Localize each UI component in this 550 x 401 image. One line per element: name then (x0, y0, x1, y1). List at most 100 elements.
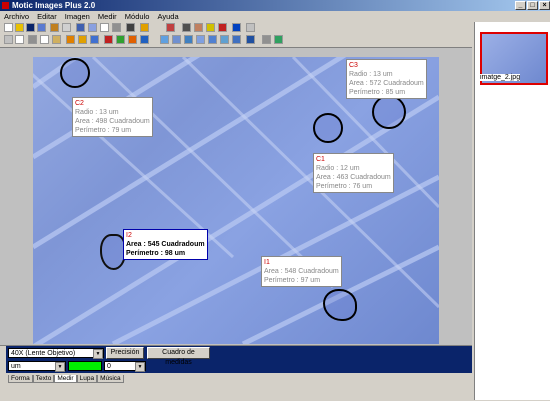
tile-icon[interactable] (160, 35, 169, 44)
line-width-value: 0 (107, 363, 111, 370)
unit-select[interactable]: um ▼ (8, 361, 66, 372)
maximize-button[interactable]: □ (527, 1, 538, 10)
calibrate-icon[interactable] (220, 35, 229, 44)
import-icon[interactable] (50, 23, 59, 32)
video-icon[interactable] (88, 23, 97, 32)
help-icon[interactable] (246, 23, 255, 32)
menu-archivo[interactable]: Archivo (4, 12, 29, 21)
cascade-icon[interactable] (172, 35, 181, 44)
report-icon[interactable] (232, 35, 241, 44)
enhance-icon[interactable] (128, 35, 137, 44)
pointer-icon[interactable] (262, 35, 271, 44)
label-i2-tag: I2 (126, 232, 132, 239)
color-icon[interactable] (166, 23, 175, 32)
redo-edit-icon[interactable] (15, 35, 24, 44)
cut-icon[interactable] (28, 35, 37, 44)
save-icon[interactable] (26, 23, 35, 32)
menu-ayuda[interactable]: Ayuda (157, 12, 178, 21)
label-c1[interactable]: C1 Radio : 12 um Area : 463 Cuadradoum P… (313, 153, 394, 193)
tab-texto[interactable]: Texto (32, 375, 55, 383)
hand-icon[interactable] (194, 23, 203, 32)
pen-icon[interactable] (274, 35, 283, 44)
brightness-icon[interactable] (206, 23, 215, 32)
lens-select[interactable]: 40X (Lente Objetivo) ▼ (8, 348, 104, 359)
label-i2-perimetro: Perímetro : 98 um (126, 250, 186, 257)
thumbnail-panel: imatge_2.jpg (474, 22, 550, 400)
histogram-icon[interactable] (116, 35, 125, 44)
tab-lupa[interactable]: Lupa (76, 375, 98, 383)
label-c2-area: Area : 498 Cuadradoum (75, 118, 150, 125)
measurement-circle-c3[interactable] (372, 95, 406, 129)
lens-select-value: 40X (Lente Objetivo) (11, 350, 76, 357)
stretch-icon[interactable] (90, 35, 99, 44)
label-i2-area: Area : 545 Cuadradoum (126, 241, 205, 248)
label-c3-tag: C3 (349, 62, 358, 69)
label-c1-perimetro: Perímetro : 76 um (316, 183, 373, 190)
label-c1-area: Area : 463 Cuadradoum (316, 174, 391, 181)
label-c2-tag: C2 (75, 100, 84, 107)
calibration-button[interactable]: Cuadro de medidas (147, 347, 210, 366)
camera-icon[interactable] (126, 23, 135, 32)
measurement-circle-c1[interactable] (313, 113, 343, 143)
zoom-icon[interactable] (182, 23, 191, 32)
print-preview-icon[interactable] (112, 23, 121, 32)
label-c3-area: Area : 572 Cuadradoum (349, 80, 424, 87)
copy-icon[interactable] (40, 35, 49, 44)
merge-icon[interactable] (196, 35, 205, 44)
label-c3[interactable]: C3 Radio : 13 um Area : 572 Cuadradoum P… (346, 59, 427, 99)
measurement-circle-c2[interactable] (60, 58, 90, 88)
unit-dropdown-icon[interactable]: ▼ (55, 362, 65, 372)
app-icon (2, 2, 9, 9)
measurement-shape-i1[interactable] (323, 289, 357, 321)
scan-icon[interactable] (62, 23, 71, 32)
globe-icon[interactable] (232, 23, 241, 32)
filter-icon[interactable] (104, 35, 113, 44)
label-c2-perimetro: Perímetro : 79 um (75, 127, 132, 134)
line-width-select[interactable]: 0 ▼ (104, 361, 146, 372)
toolbar-edit (0, 34, 440, 46)
label-c1-tag: C1 (316, 156, 325, 163)
color-swatch[interactable] (68, 361, 102, 371)
menu-editar[interactable]: Editar (37, 12, 57, 21)
label-c2[interactable]: C2 Radio : 13 um Area : 498 Cuadradoum P… (72, 97, 153, 137)
label-c3-perimetro: Perímetro : 85 um (349, 89, 406, 96)
capture-icon[interactable] (76, 23, 85, 32)
open-folder-icon[interactable] (15, 23, 24, 32)
tab-forma[interactable]: Forma (8, 375, 33, 383)
undo-icon[interactable] (140, 23, 149, 32)
label-i1[interactable]: I1 Area : 548 Cuadradoum Perímetro : 97 … (261, 256, 342, 287)
unit-select-value: um (11, 363, 21, 370)
paste-icon[interactable] (52, 35, 61, 44)
label-i1-tag: I1 (264, 259, 270, 266)
menu-imagen[interactable]: Imagen (65, 12, 90, 21)
window-title: Motic Images Plus 2.0 (12, 1, 96, 10)
minimize-button[interactable]: _ (515, 1, 526, 10)
menu-modulo[interactable]: Módulo (125, 12, 150, 21)
label-c3-radio: Radio : 13 um (349, 71, 393, 78)
precision-button[interactable]: Precisión (106, 347, 144, 359)
save-all-icon[interactable] (37, 23, 46, 32)
palette-icon[interactable] (218, 23, 227, 32)
tool-tabs: Forma Texto Medir Lupa Música (8, 375, 124, 384)
label-c2-radio: Radio : 13 um (75, 109, 119, 116)
label-i1-area: Area : 548 Cuadradoum (264, 268, 339, 275)
measure-icon[interactable] (140, 35, 149, 44)
line-width-dropdown-icon[interactable]: ▼ (135, 362, 145, 372)
compare-icon[interactable] (208, 35, 217, 44)
rotate-icon[interactable] (66, 35, 75, 44)
tab-musica[interactable]: Música (97, 375, 124, 383)
menu-medir[interactable]: Medir (98, 12, 117, 21)
flip-icon[interactable] (78, 35, 87, 44)
print-icon[interactable] (100, 23, 109, 32)
new-file-icon[interactable] (4, 23, 13, 32)
overlay-icon[interactable] (184, 35, 193, 44)
close-button[interactable]: × (539, 1, 550, 10)
label-c1-radio: Radio : 12 um (316, 165, 360, 172)
lens-dropdown-icon[interactable]: ▼ (93, 349, 103, 359)
settings-icon[interactable] (246, 35, 255, 44)
tab-medir[interactable]: Medir (54, 375, 77, 383)
label-i2[interactable]: I2 Area : 545 Cuadradoum Perímetro : 98 … (123, 229, 208, 260)
menu-bar: Archivo Editar Imagen Medir Módulo Ayuda (0, 11, 550, 22)
title-bar: Motic Images Plus 2.0 _ □ × (0, 0, 550, 11)
undo-edit-icon[interactable] (4, 35, 13, 44)
